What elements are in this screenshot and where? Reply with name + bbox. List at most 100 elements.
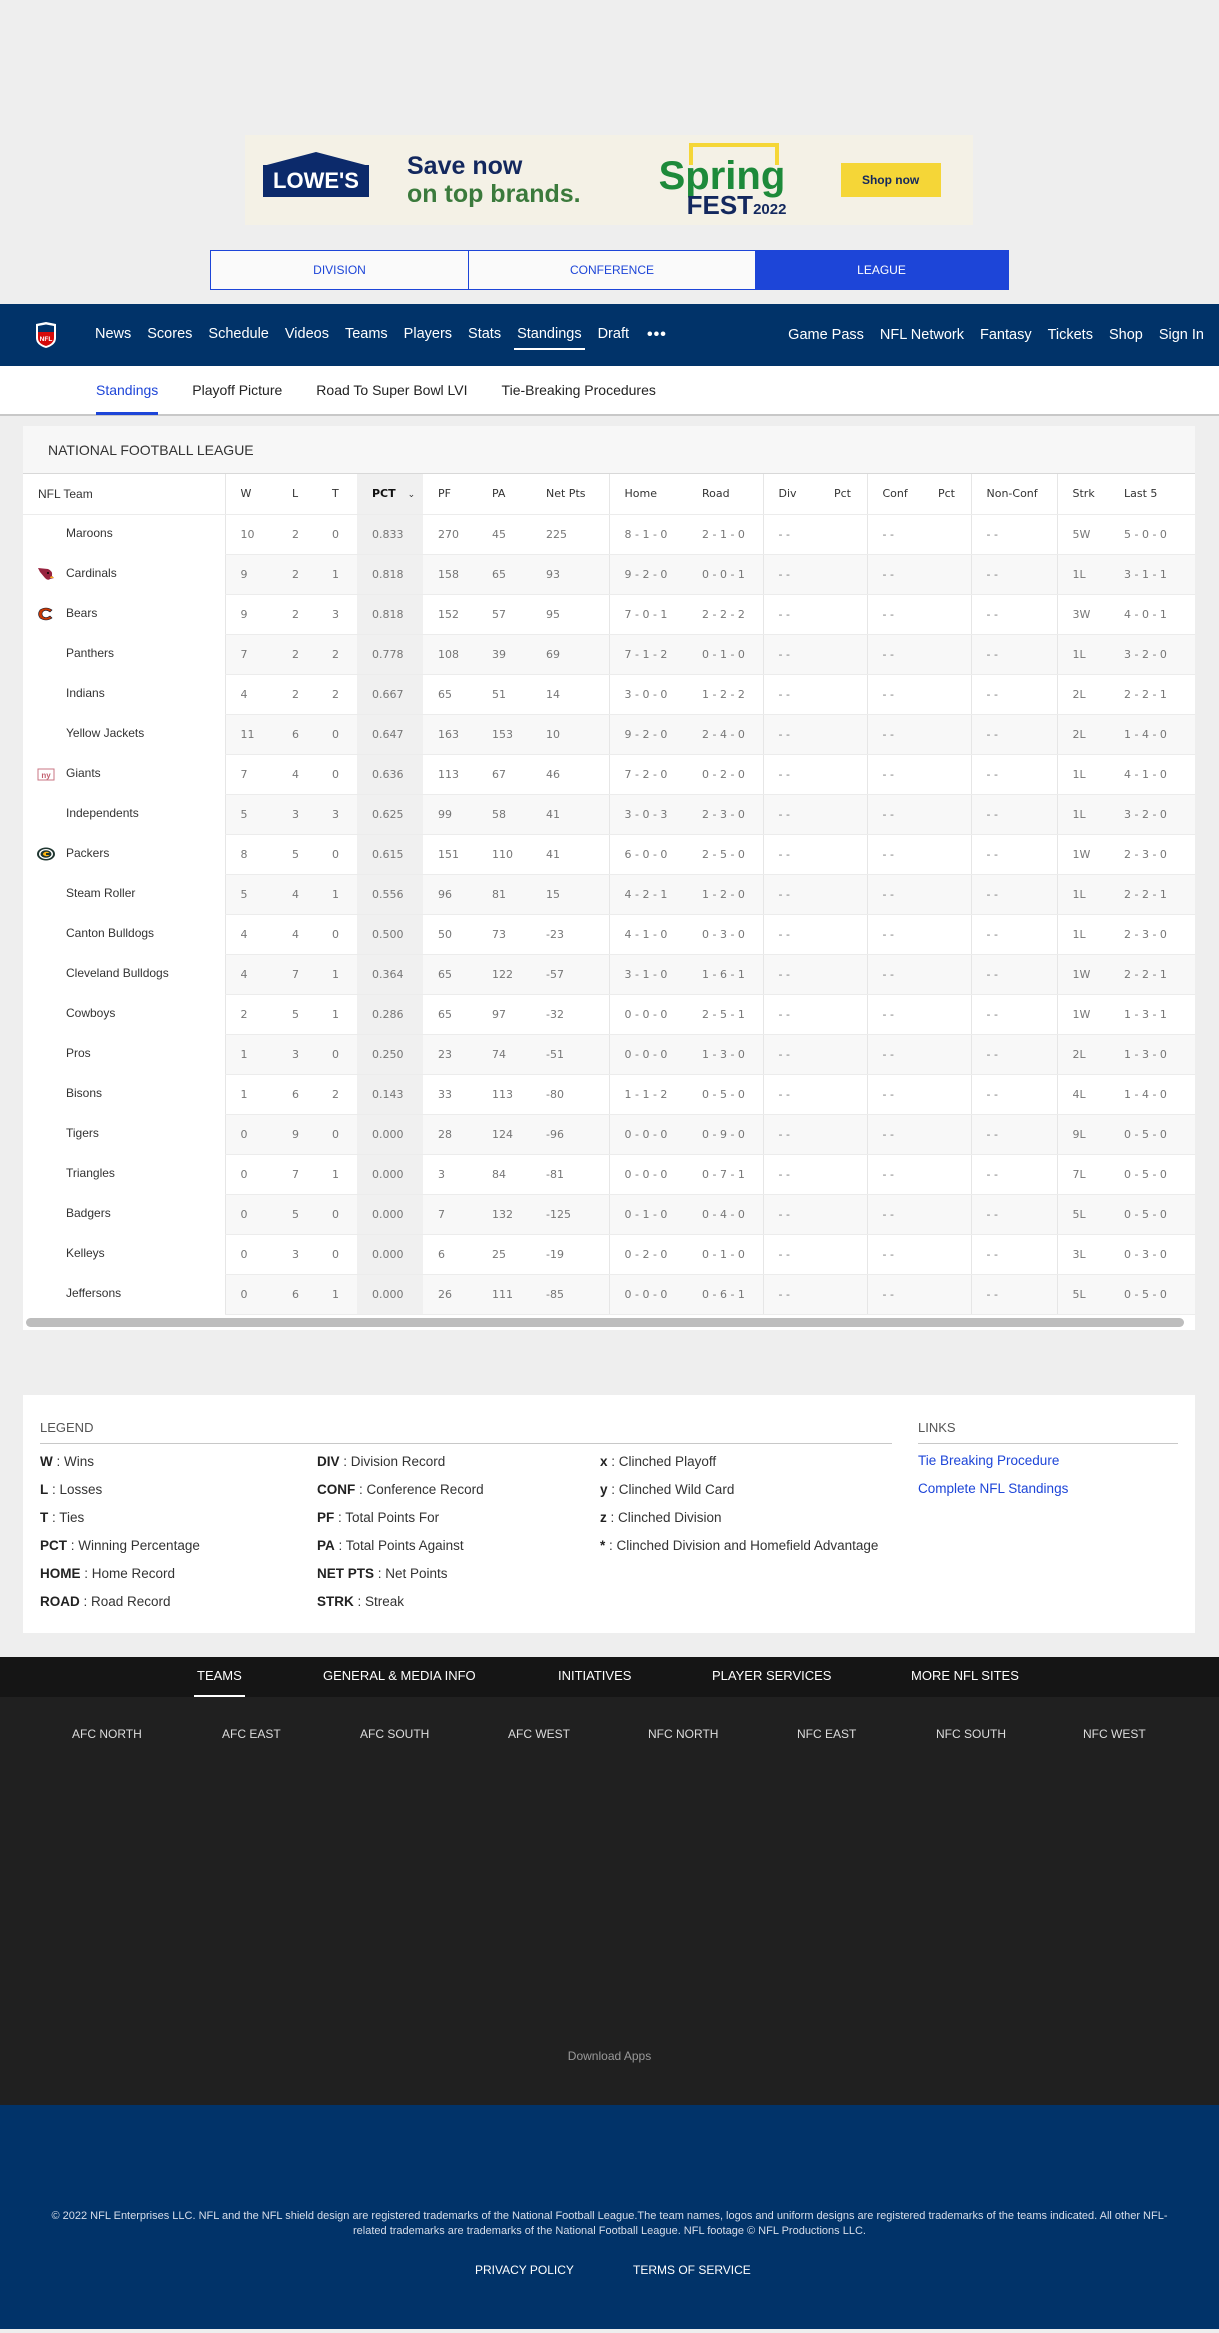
nav-teams[interactable]: Teams xyxy=(345,326,388,344)
team-cell[interactable]: Maroons xyxy=(23,514,225,554)
nav-news[interactable]: News xyxy=(95,326,131,344)
team-name[interactable]: Panthers xyxy=(66,646,114,660)
team-cell[interactable]: Packers xyxy=(23,834,225,874)
link-tie-breaking-procedure[interactable]: Tie Breaking Procedure xyxy=(918,1453,1068,1481)
horizontal-scrollbar[interactable] xyxy=(26,1318,1184,1327)
team-cell[interactable]: Kelleys xyxy=(23,1234,225,1274)
footer-tab-general-media-info[interactable]: GENERAL & MEDIA INFO xyxy=(323,1668,476,1683)
col-header-pf[interactable]: PF xyxy=(423,474,477,515)
nav-videos[interactable]: Videos xyxy=(285,326,329,344)
team-name[interactable]: Kelleys xyxy=(66,1246,105,1260)
nav-standings[interactable]: Standings xyxy=(514,326,585,350)
table-row[interactable]: Cardinals 9 2 1 0.818 158 65 93 9 - 2 - 00 - 0 -… xyxy=(23,554,1195,595)
team-cell[interactable]: Triangles xyxy=(23,1154,225,1194)
toggle-conference[interactable]: CONFERENCE xyxy=(469,251,755,289)
team-name[interactable]: Triangles xyxy=(66,1166,115,1180)
shop-now-button[interactable]: Shop now xyxy=(840,163,941,197)
division-nfc-south[interactable]: NFC SOUTH xyxy=(936,1727,1006,1741)
col-header-last-5[interactable]: Last 5 xyxy=(1109,474,1195,515)
table-row[interactable]: Indians 4 2 2 0.667 65 51 14 3 - 0 - 01 - 2 - 2-… xyxy=(23,674,1195,715)
table-row[interactable]: Steam Roller 5 4 1 0.556 96 81 15 4 - 2 - 11 - 2… xyxy=(23,874,1195,915)
col-header-road[interactable]: Road xyxy=(687,474,763,515)
team-name[interactable]: Yellow Jackets xyxy=(66,726,144,740)
footer-tab-teams[interactable]: TEAMS xyxy=(194,1668,245,1698)
table-row[interactable]: Independents 5 3 3 0.625 99 58 41 3 - 0 - 32 - 3… xyxy=(23,794,1195,835)
nav-draft[interactable]: Draft xyxy=(598,326,629,344)
table-row[interactable]: Bears 9 2 3 0.818 152 57 95 7 - 0 - 12 - 2 - 2- … xyxy=(23,594,1195,635)
col-header-div-pct[interactable]: Pct xyxy=(819,474,867,515)
table-row[interactable]: ny Giants 7 4 0 0.636 113 67 46 7 - 2 - 00 - 2 - … xyxy=(23,754,1195,795)
team-name[interactable]: Maroons xyxy=(66,526,113,540)
footer-tab-player-services[interactable]: PLAYER SERVICES xyxy=(712,1668,831,1683)
table-row[interactable]: Cleveland Bulldogs 4 7 1 0.364 65 122 -57 3 - 1 … xyxy=(23,954,1195,995)
col-header-home[interactable]: Home xyxy=(608,474,687,515)
toggle-division[interactable]: DIVISION xyxy=(211,251,469,289)
team-name[interactable]: Indians xyxy=(66,686,105,700)
team-cell[interactable]: Bisons xyxy=(23,1074,225,1114)
team-cell[interactable]: Bears xyxy=(23,594,225,634)
team-cell[interactable]: Yellow Jackets xyxy=(23,714,225,754)
team-cell[interactable]: Jeffersons xyxy=(23,1274,225,1314)
footer-tab-more-nfl-sites[interactable]: MORE NFL SITES xyxy=(911,1668,1019,1683)
nav-shop[interactable]: Shop xyxy=(1109,327,1143,343)
table-row[interactable]: Bisons 1 6 2 0.143 33 113 -80 1 - 1 - 20 - 5 - 0… xyxy=(23,1074,1195,1115)
team-name[interactable]: Tigers xyxy=(66,1126,99,1140)
table-row[interactable]: Canton Bulldogs 4 4 0 0.500 50 73 -23 4 - 1 - 00… xyxy=(23,914,1195,955)
team-name[interactable]: Cardinals xyxy=(66,566,117,580)
col-header-non-conf[interactable]: Non-Conf xyxy=(970,474,1057,515)
col-header-l[interactable]: L xyxy=(277,474,317,515)
col-header-div[interactable]: Div xyxy=(762,474,819,515)
team-name[interactable]: Steam Roller xyxy=(66,886,135,900)
nav-sign-in[interactable]: Sign In xyxy=(1159,327,1204,343)
team-cell[interactable]: Steam Roller xyxy=(23,874,225,914)
terms-of-service-link[interactable]: TERMS OF SERVICE xyxy=(633,2263,751,2277)
advertisement-banner[interactable]: LOWE'S Save now on top brands. Spring FE… xyxy=(245,135,973,225)
table-row[interactable]: Yellow Jackets 11 6 0 0.647 163 153 10 9 - 2 - 0… xyxy=(23,714,1195,755)
team-cell[interactable]: Cowboys xyxy=(23,994,225,1034)
subnav-standings[interactable]: Standings xyxy=(96,365,159,415)
nfl-shield-logo[interactable]: NFL xyxy=(35,321,57,349)
team-cell[interactable]: Tigers xyxy=(23,1114,225,1154)
team-name[interactable]: Jeffersons xyxy=(66,1286,121,1300)
team-name[interactable]: Badgers xyxy=(66,1206,111,1220)
col-header-t[interactable]: T xyxy=(317,474,357,515)
table-row[interactable]: Kelleys 0 3 0 0.000 6 25 -19 0 - 2 - 00 - 1 - 0-… xyxy=(23,1234,1195,1275)
nav-schedule[interactable]: Schedule xyxy=(208,326,268,344)
team-name[interactable]: Bisons xyxy=(66,1086,102,1100)
division-nfc-west[interactable]: NFC WEST xyxy=(1083,1727,1146,1741)
team-cell[interactable]: Badgers xyxy=(23,1194,225,1234)
col-header-conf[interactable]: Conf xyxy=(866,474,923,515)
team-name[interactable]: Giants xyxy=(66,766,101,780)
table-row[interactable]: Pros 1 3 0 0.250 23 74 -51 0 - 0 - 01 - 3 - 0- -… xyxy=(23,1034,1195,1075)
team-cell[interactable]: Independents xyxy=(23,794,225,834)
team-cell[interactable]: Canton Bulldogs xyxy=(23,914,225,954)
download-apps-label[interactable]: Download Apps xyxy=(0,2049,1219,2063)
table-row[interactable]: Maroons 10 2 0 0.833 270 45 225 8 - 1 - 02 - 1 -… xyxy=(23,514,1195,555)
team-cell[interactable]: ny Giants xyxy=(23,754,225,794)
toggle-league[interactable]: LEAGUE xyxy=(755,251,1008,289)
nav-fantasy[interactable]: Fantasy xyxy=(980,327,1032,343)
table-row[interactable]: Cowboys 2 5 1 0.286 65 97 -32 0 - 0 - 02 - 5 - 1… xyxy=(23,994,1195,1035)
team-name[interactable]: Pros xyxy=(66,1046,91,1060)
division-afc-east[interactable]: AFC EAST xyxy=(222,1727,281,1741)
division-nfc-north[interactable]: NFC NORTH xyxy=(648,1727,718,1741)
col-header-net-pts[interactable]: Net Pts xyxy=(531,474,609,515)
table-row[interactable]: Tigers 0 9 0 0.000 28 124 -96 0 - 0 - 00 - 9 - 0… xyxy=(23,1114,1195,1155)
nav-scores[interactable]: Scores xyxy=(147,326,192,344)
team-cell[interactable]: Indians xyxy=(23,674,225,714)
team-name[interactable]: Packers xyxy=(66,846,109,860)
nav-game-pass[interactable]: Game Pass xyxy=(788,327,864,343)
division-afc-north[interactable]: AFC NORTH xyxy=(72,1727,142,1741)
team-name[interactable]: Cowboys xyxy=(66,1006,115,1020)
col-header-strk[interactable]: Strk xyxy=(1056,474,1109,515)
team-cell[interactable]: Cardinals xyxy=(23,554,225,594)
table-row[interactable]: Badgers 0 5 0 0.000 7 132 -125 0 - 1 - 00 - 4 - … xyxy=(23,1194,1195,1235)
team-name[interactable]: Independents xyxy=(66,806,139,820)
nav-tickets[interactable]: Tickets xyxy=(1048,327,1093,343)
division-nfc-east[interactable]: NFC EAST xyxy=(797,1727,856,1741)
subnav-road-to-super-bowl[interactable]: Road To Super Bowl LVI xyxy=(316,365,467,415)
table-row[interactable]: Packers 8 5 0 0.615 151 110 41 6 - 0 - 02 - 5 - … xyxy=(23,834,1195,875)
team-name[interactable]: Bears xyxy=(66,606,97,620)
table-row[interactable]: Panthers 7 2 2 0.778 108 39 69 7 - 1 - 20 - 1 - … xyxy=(23,634,1195,675)
nav-players[interactable]: Players xyxy=(404,326,452,344)
